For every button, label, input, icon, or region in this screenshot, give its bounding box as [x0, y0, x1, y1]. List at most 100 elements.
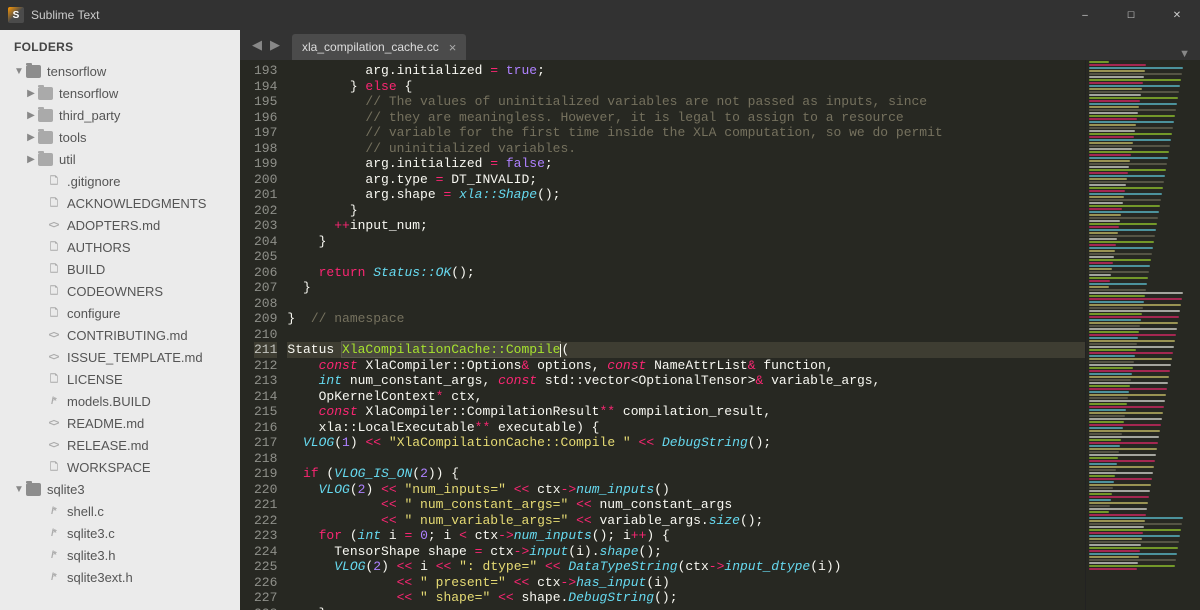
code-line[interactable]: for (int i = 0; i < ctx->num_inputs(); i…	[287, 528, 1085, 544]
file-tree-item[interactable]: /*sqlite3.h	[0, 544, 240, 566]
code-line[interactable]: }	[287, 606, 1085, 610]
line-number-gutter: 1931941951961971981992002012022032042052…	[240, 60, 287, 610]
maximize-button[interactable]: ☐	[1108, 0, 1154, 30]
minimap-line	[1089, 553, 1177, 555]
close-button[interactable]: ✕	[1154, 0, 1200, 30]
minimap-line	[1089, 418, 1162, 420]
code-line[interactable]: << " num_variable_args=" << variable_arg…	[287, 513, 1085, 529]
minimap-line	[1089, 196, 1124, 198]
minimap-line	[1089, 262, 1113, 264]
file-tree-item[interactable]: /*models.BUILD	[0, 390, 240, 412]
minimap-line	[1089, 535, 1180, 537]
minimap-line	[1089, 346, 1174, 348]
minimap-line	[1089, 523, 1182, 525]
code-line[interactable]: if (VLOG_IS_ON(2)) {	[287, 466, 1085, 482]
code-line[interactable]: }	[287, 234, 1085, 250]
code-line[interactable]: } else {	[287, 79, 1085, 95]
minimap-line	[1089, 163, 1167, 165]
minimap-line	[1089, 394, 1166, 396]
nav-fwd-icon[interactable]: ▶	[270, 37, 280, 53]
code-line[interactable]	[287, 296, 1085, 312]
code-line[interactable]: OpKernelContext* ctx,	[287, 389, 1085, 405]
file-tree-item[interactable]: <>ADOPTERS.md	[0, 214, 240, 236]
minimize-button[interactable]: –	[1062, 0, 1108, 30]
code-line[interactable]: ++input_num;	[287, 218, 1085, 234]
code-line[interactable]: arg.initialized = true;	[287, 63, 1085, 79]
folder-tree-item[interactable]: ▶tools	[0, 126, 240, 148]
code-line[interactable]: VLOG(2) << i << ": dtype=" << DataTypeSt…	[287, 559, 1085, 575]
code-line[interactable]: xla::LocalExecutable** executable) {	[287, 420, 1085, 436]
code-line[interactable]: // they are meaningless. However, it is …	[287, 110, 1085, 126]
code-line[interactable]: }	[287, 280, 1085, 296]
code-line[interactable]: // uninitialized variables.	[287, 141, 1085, 157]
file-tree-item[interactable]: /*sqlite3.c	[0, 522, 240, 544]
file-tree-item[interactable]: 🗋ACKNOWLEDGMENTS	[0, 192, 240, 214]
code-line[interactable]: // The values of uninitialized variables…	[287, 94, 1085, 110]
minimap-line	[1089, 253, 1152, 255]
code-line[interactable]: const XlaCompiler::CompilationResult** c…	[287, 404, 1085, 420]
minimap-line	[1089, 364, 1171, 366]
line-number: 198	[254, 141, 277, 157]
folder-tree-item[interactable]: ▼tensorflow	[0, 60, 240, 82]
folder-tree-item[interactable]: ▶util	[0, 148, 240, 170]
file-tree-item[interactable]: /*sqlite3ext.h	[0, 566, 240, 588]
file-tree-item[interactable]: <>CONTRIBUTING.md	[0, 324, 240, 346]
file-tree-item[interactable]: 🗋.gitignore	[0, 170, 240, 192]
code-line[interactable]: arg.type = DT_INVALID;	[287, 172, 1085, 188]
file-tree-item[interactable]: 🗋configure	[0, 302, 240, 324]
code-line[interactable]: // variable for the first time inside th…	[287, 125, 1085, 141]
minimap-line	[1089, 91, 1179, 93]
code-line[interactable]: arg.initialized = false;	[287, 156, 1085, 172]
file-tree-item[interactable]: 🗋LICENSE	[0, 368, 240, 390]
file-tree-item[interactable]: 🗋AUTHORS	[0, 236, 240, 258]
file-tree-item[interactable]: 🗋BUILD	[0, 258, 240, 280]
code-line[interactable]: TensorShape shape = ctx->input(i).shape(…	[287, 544, 1085, 560]
line-number: 219	[254, 466, 277, 482]
code-line[interactable]: arg.shape = xla::Shape();	[287, 187, 1085, 203]
minimap-line	[1089, 556, 1139, 558]
minimap-line	[1089, 391, 1129, 393]
code-line[interactable]: int num_constant_args, const std::vector…	[287, 373, 1085, 389]
file-tab[interactable]: xla_compilation_cache.cc ×	[292, 34, 466, 60]
code-line[interactable]	[287, 249, 1085, 265]
code-line[interactable]: return Status::OK();	[287, 265, 1085, 281]
nav-back-icon[interactable]: ◀	[252, 37, 262, 53]
code-line[interactable]: << " shape=" << shape.DebugString();	[287, 590, 1085, 606]
file-tree-item[interactable]: <>RELEASE.md	[0, 434, 240, 456]
folder-tree-item[interactable]: ▶third_party	[0, 104, 240, 126]
file-tree-item[interactable]: <>ISSUE_TEMPLATE.md	[0, 346, 240, 368]
code-line[interactable]: Status XlaCompilationCache::Compile(	[287, 342, 1085, 358]
code-line[interactable]: << " present=" << ctx->has_input(i)	[287, 575, 1085, 591]
code-line[interactable]: const XlaCompiler::Options& options, con…	[287, 358, 1085, 374]
folder-tree-item[interactable]: ▶tensorflow	[0, 82, 240, 104]
minimap-line	[1089, 532, 1143, 534]
code-line[interactable]: }	[287, 203, 1085, 219]
minimap-line	[1089, 472, 1153, 474]
minimap-line	[1089, 178, 1127, 180]
file-tree-item[interactable]: <>README.md	[0, 412, 240, 434]
code-line[interactable]	[287, 451, 1085, 467]
minimap-line	[1089, 238, 1117, 240]
code-line[interactable]: << " num_constant_args=" << num_constant…	[287, 497, 1085, 513]
code-line[interactable]: VLOG(1) << "XlaCompilationCache::Compile…	[287, 435, 1085, 451]
tab-dropdown-icon[interactable]: ▼	[1169, 48, 1200, 60]
minimap-line	[1089, 97, 1178, 99]
source-text[interactable]: arg.initialized = true; } else { // The …	[287, 60, 1085, 610]
line-number: 199	[254, 156, 277, 172]
code-area[interactable]: 1931941951961971981992002012022032042052…	[240, 60, 1200, 610]
file-tree-item[interactable]: 🗋WORKSPACE	[0, 456, 240, 478]
minimap-line	[1089, 190, 1125, 192]
code-line[interactable]	[287, 327, 1085, 343]
code-line[interactable]: } // namespace	[287, 311, 1085, 327]
code-line[interactable]: VLOG(2) << "num_inputs=" << ctx->num_inp…	[287, 482, 1085, 498]
minimap-line	[1089, 250, 1115, 252]
tab-close-icon[interactable]: ×	[449, 40, 457, 55]
minimap-line	[1089, 355, 1135, 357]
folder-tree-item[interactable]: ▼sqlite3	[0, 478, 240, 500]
minimap-line	[1089, 142, 1133, 144]
minimap-line	[1089, 235, 1155, 237]
minimap[interactable]	[1085, 60, 1200, 610]
minimap-line	[1089, 313, 1142, 315]
file-tree-item[interactable]: 🗋CODEOWNERS	[0, 280, 240, 302]
file-tree-item[interactable]: /*shell.c	[0, 500, 240, 522]
